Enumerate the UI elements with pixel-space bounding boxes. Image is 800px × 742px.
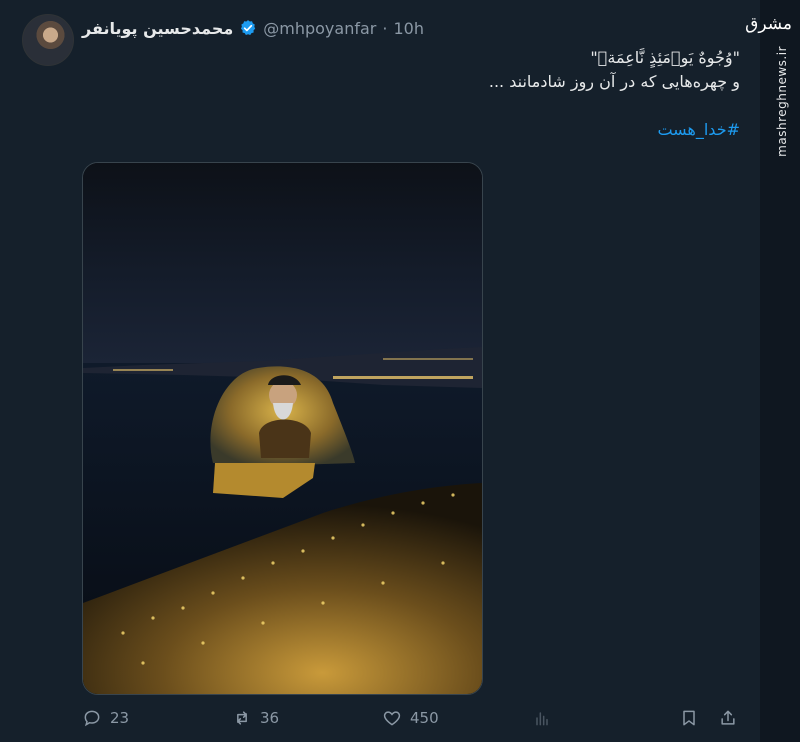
reply-count: 23 <box>110 709 130 727</box>
watermark-strip: مشرق mashreghnews.ir <box>745 0 800 742</box>
retweet-count: 36 <box>260 709 280 727</box>
reply-icon <box>84 710 100 727</box>
tweet-line-1: "وُجُوهٌ يَوۡمَئِذٍ نَّاعِمَةٞ" <box>590 48 740 67</box>
bookmark-button[interactable] <box>679 708 699 728</box>
tweet-line-2: و چهره‌هایی که در آن روز شادمانند ... <box>488 72 740 91</box>
tweet-time[interactable]: 10h <box>393 19 424 38</box>
tweet-header: محمدحسین پویانفر @mhpoyanfar · 10h <box>82 16 424 40</box>
avatar[interactable] <box>22 14 74 66</box>
verified-badge-icon <box>241 20 256 35</box>
night-crowd-photo <box>83 163 482 694</box>
author-name[interactable]: محمدحسین پویانفر <box>82 19 233 38</box>
reply-button[interactable]: 23 <box>82 708 129 728</box>
tweet-actions: 23 36 450 <box>82 708 742 736</box>
analytics-icon <box>536 712 548 726</box>
tweet: محمدحسین پویانفر @mhpoyanfar · 10h "وُجُ… <box>0 0 760 742</box>
share-icon <box>721 710 735 725</box>
share-button[interactable] <box>718 708 738 728</box>
watermark-site: mashreghnews.ir <box>775 46 789 157</box>
tweet-media-image[interactable] <box>82 162 483 695</box>
like-button[interactable]: 450 <box>382 708 439 728</box>
like-count: 450 <box>410 709 439 727</box>
watermark-logo: مشرق <box>745 14 792 34</box>
heart-icon <box>383 711 401 726</box>
hashtag-link[interactable]: #خدا_هست <box>140 118 740 142</box>
retweet-icon <box>237 711 247 725</box>
tweet-text: "وُجُوهٌ يَوۡمَئِذٍ نَّاعِمَةٞ" و چهره‌ه… <box>140 46 740 142</box>
author-handle[interactable]: @mhpoyanfar <box>263 19 376 38</box>
bookmark-icon <box>683 710 695 726</box>
retweet-button[interactable]: 36 <box>232 708 279 728</box>
views-button[interactable] <box>532 708 552 728</box>
separator-dot: · <box>382 18 388 38</box>
